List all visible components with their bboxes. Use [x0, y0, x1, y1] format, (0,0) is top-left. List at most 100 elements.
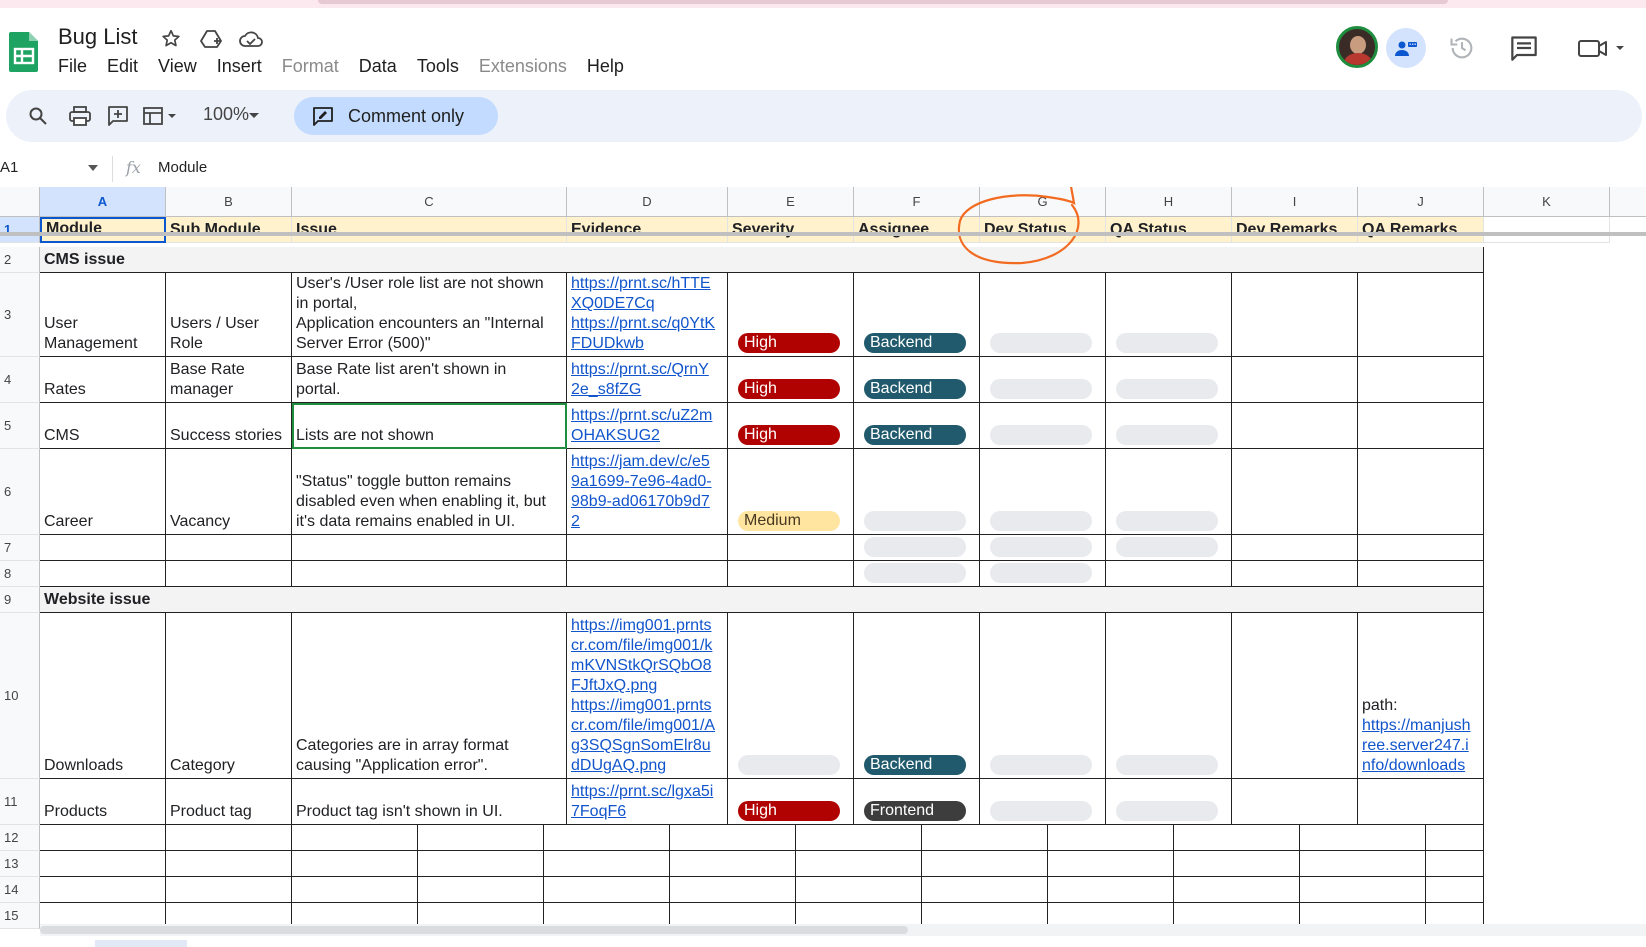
cell-dev-remarks[interactable] [1232, 779, 1358, 825]
search-icon[interactable] [26, 104, 50, 128]
cell-qa-status[interactable] [1106, 273, 1232, 357]
cell-module[interactable]: Products [40, 779, 166, 825]
cell-evidence-link[interactable]: https://prnt.sc/lgxa5i 7FoqF6 [567, 779, 728, 825]
cell-sub-module[interactable]: Vacancy [166, 449, 292, 535]
header-cell-evidence[interactable]: Evidence [567, 217, 728, 243]
assignee-chip[interactable] [864, 511, 966, 531]
cell-qa-remarks[interactable]: path: https://manjush ree.server247.i nf… [1358, 613, 1484, 779]
cell-assignee[interactable]: Frontend [854, 779, 980, 825]
version-history-icon[interactable] [1444, 30, 1480, 66]
header-cell-sub-module[interactable]: Sub Module [166, 217, 292, 243]
dev-status-chip[interactable] [990, 537, 1092, 557]
dev-status-chip[interactable] [990, 801, 1092, 821]
cell-qa-status[interactable] [1106, 357, 1232, 403]
assignee-chip[interactable]: Backend [864, 425, 966, 445]
qa-status-chip[interactable] [1116, 537, 1218, 557]
cell-dev-remarks[interactable] [1232, 357, 1358, 403]
cell-evidence-link[interactable]: https://img001.prnts cr.com/file/img001/… [567, 613, 728, 779]
column-header-b[interactable]: B [166, 187, 292, 217]
cell-assignee[interactable]: Backend [854, 403, 980, 449]
row-header-10[interactable]: 10 [0, 613, 40, 779]
row-header-11[interactable]: 11 [0, 779, 40, 825]
row-header-15[interactable]: 15 [0, 903, 40, 929]
header-cell-qa-status[interactable]: QA Status [1106, 217, 1232, 243]
chevron-down-icon[interactable] [246, 104, 262, 128]
row-header-6[interactable]: 6 [0, 449, 40, 535]
spreadsheet-grid[interactable]: A B C D E F G H I J K 1 2 3 4 5 6 7 8 9 … [0, 187, 1646, 935]
empty-cell[interactable] [567, 561, 728, 587]
dev-status-chip[interactable] [990, 379, 1092, 399]
column-header-c[interactable]: C [292, 187, 567, 217]
assignee-chip[interactable]: Frontend [864, 801, 966, 821]
cell-issue[interactable]: Product tag isn't shown in UI. [292, 779, 567, 825]
cell-sub-module[interactable]: Base Rate manager [166, 357, 292, 403]
cell-issue[interactable]: Categories are in array format causing "… [292, 613, 567, 779]
empty-cell[interactable] [1358, 561, 1484, 587]
cell-qa-remarks[interactable] [1358, 403, 1484, 449]
cell-sub-module[interactable]: Product tag [166, 779, 292, 825]
header-cell-issue[interactable]: Issue [292, 217, 567, 243]
menu-format[interactable]: Format [282, 56, 339, 77]
sheets-logo-icon[interactable] [8, 30, 40, 74]
cell-qa-remarks[interactable] [1358, 273, 1484, 357]
severity-chip[interactable] [738, 755, 840, 775]
cell-dev-remarks[interactable] [1232, 273, 1358, 357]
cell-module[interactable]: Downloads [40, 613, 166, 779]
header-cell-dev-remarks[interactable]: Dev Remarks [1232, 217, 1358, 243]
menu-tools[interactable]: Tools [417, 56, 459, 77]
column-header-j[interactable]: J [1358, 187, 1484, 217]
row-header-2[interactable]: 2 [0, 247, 40, 273]
column-header-a[interactable]: A [40, 187, 166, 217]
cell-qa-status[interactable] [1106, 779, 1232, 825]
empty-cell[interactable] [166, 561, 292, 587]
severity-chip[interactable]: High [738, 379, 840, 399]
meet-icon[interactable] [1572, 30, 1632, 66]
header-cell-qa-remarks[interactable]: QA Remarks [1358, 217, 1484, 243]
dev-status-chip[interactable] [990, 511, 1092, 531]
cell-assignee[interactable]: Backend [854, 357, 980, 403]
empty-cell[interactable] [1232, 561, 1358, 587]
qa-status-chip[interactable] [1116, 333, 1218, 353]
column-header-e[interactable]: E [728, 187, 854, 217]
select-all-corner[interactable] [0, 187, 40, 217]
empty-cell[interactable] [1106, 561, 1232, 587]
row-header-14[interactable]: 14 [0, 877, 40, 903]
empty-cell[interactable] [1232, 535, 1358, 561]
row-header-12[interactable]: 12 [0, 825, 40, 851]
empty-row[interactable] [40, 825, 1484, 851]
empty-cell[interactable] [728, 535, 854, 561]
empty-row[interactable] [40, 851, 1484, 877]
dev-status-chip[interactable] [990, 755, 1092, 775]
cell-dev-status[interactable] [980, 561, 1106, 587]
move-to-drive-icon[interactable] [198, 26, 224, 52]
column-header-h[interactable]: H [1106, 187, 1232, 217]
row-header-5[interactable]: 5 [0, 403, 40, 449]
cell-dev-status[interactable] [980, 535, 1106, 561]
cell-severity[interactable]: High [728, 779, 854, 825]
row-header-1[interactable]: 1 [0, 217, 40, 243]
empty-cell[interactable] [1358, 535, 1484, 561]
star-icon[interactable] [158, 26, 184, 52]
frozen-row-divider[interactable] [0, 232, 1646, 236]
qa-status-chip[interactable] [1116, 801, 1218, 821]
cell-dev-status[interactable] [980, 403, 1106, 449]
section-cms-issue[interactable]: CMS issue [40, 247, 1484, 273]
add-comment-icon[interactable] [106, 104, 130, 128]
cell-severity[interactable]: High [728, 403, 854, 449]
qa-status-chip[interactable] [1116, 755, 1218, 775]
assignee-chip[interactable]: Backend [864, 755, 966, 775]
cell-evidence-link[interactable]: https://prnt.sc/hTTE XQ0DE7Cq https://pr… [567, 273, 728, 357]
comment-only-button[interactable]: Comment only [294, 97, 498, 135]
menu-insert[interactable]: Insert [217, 56, 262, 77]
sheet-tab[interactable] [95, 940, 187, 947]
document-title[interactable]: Bug List [58, 24, 138, 50]
name-box[interactable]: A1 [0, 159, 18, 176]
cell-qa-remarks[interactable] [1358, 357, 1484, 403]
qa-status-chip[interactable] [1116, 511, 1218, 531]
comments-icon[interactable] [1506, 30, 1542, 66]
empty-cell[interactable] [292, 561, 567, 587]
cell-issue[interactable]: Lists are not shown [292, 403, 567, 449]
cell-module[interactable]: Career [40, 449, 166, 535]
section-website-issue[interactable]: Website issue [40, 587, 1484, 613]
column-header-d[interactable]: D [567, 187, 728, 217]
